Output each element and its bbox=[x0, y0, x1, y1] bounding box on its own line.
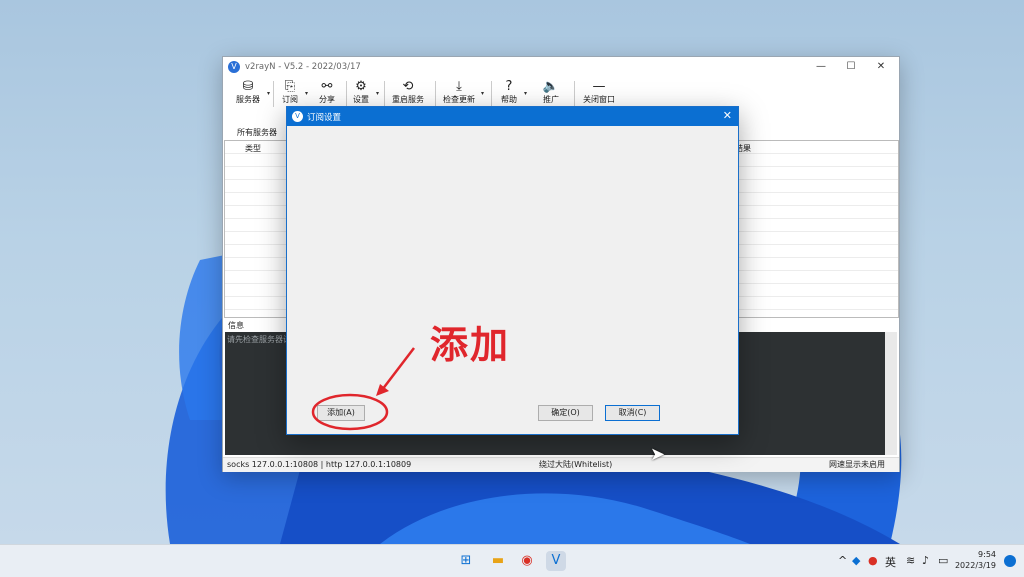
close-button[interactable]: ✕ bbox=[867, 60, 895, 74]
v2rayn-taskbar-icon[interactable]: V bbox=[546, 551, 566, 571]
tray-ime-indicator[interactable]: 英 bbox=[885, 554, 896, 570]
tab-all-servers[interactable]: 所有服务器 bbox=[237, 127, 277, 138]
dropdown-arrow-icon[interactable]: ▾ bbox=[524, 90, 527, 97]
taskbar: ⊞ ▬ ◉ V ^ ◆ ● 英 ≋ ♪ ▭ 9:54 2022/3/19 bbox=[0, 544, 1024, 577]
clock-date: 2022/3/19 bbox=[954, 561, 996, 570]
toolbar: ⛁ 服务器 ▾ ⎘ 订阅 ▾ ⚯ 分享 ⚙ 设置 ▾ ⟲ 重启服务 ⤓ 检查更新… bbox=[223, 77, 899, 109]
status-proxy-ports: socks 127.0.0.1:10808 | http 127.0.0.1:1… bbox=[227, 460, 412, 469]
help-icon: ? bbox=[505, 79, 513, 94]
toolbar-promote-button[interactable]: 🔈 推广 bbox=[540, 79, 562, 107]
toolbar-separator bbox=[273, 81, 274, 107]
dropdown-arrow-icon[interactable]: ▾ bbox=[376, 90, 379, 97]
v2rayn-app-icon: V bbox=[228, 61, 240, 73]
window-title: v2rayN - V5.2 - 2022/03/17 bbox=[245, 62, 361, 72]
add-button[interactable]: 添加(A) bbox=[317, 405, 365, 421]
restart-icon: ⟲ bbox=[402, 79, 414, 94]
toolbar-check-update-label: 检查更新 bbox=[443, 95, 475, 104]
column-header-type[interactable]: 类型 bbox=[245, 143, 261, 154]
toolbar-share-label: 分享 bbox=[319, 95, 335, 104]
toolbar-settings-label: 设置 bbox=[353, 95, 369, 104]
toolbar-servers-label: 服务器 bbox=[236, 95, 260, 104]
toolbar-subscribe-button[interactable]: ⎘ 订阅 ▾ bbox=[279, 79, 308, 107]
log-text: 请先检查服务器设 bbox=[227, 335, 291, 344]
window-titlebar[interactable]: V v2rayN - V5.2 - 2022/03/17 — ☐ ✕ bbox=[223, 57, 899, 77]
database-icon: ⛁ bbox=[242, 79, 254, 94]
start-windows-icon[interactable]: ⊞ bbox=[456, 551, 476, 571]
battery-icon[interactable]: ▭ bbox=[938, 554, 948, 567]
toolbar-settings-button[interactable]: ⚙ 设置 ▾ bbox=[350, 79, 379, 107]
dropdown-arrow-icon[interactable]: ▾ bbox=[305, 90, 308, 97]
toolbar-separator bbox=[346, 81, 347, 107]
tray-chevron-icon[interactable]: ^ bbox=[838, 554, 847, 567]
wifi-icon[interactable]: ≋ bbox=[906, 554, 915, 567]
toolbar-restart-label: 重启服务 bbox=[392, 95, 424, 104]
toolbar-restart-service-button[interactable]: ⟲ 重启服务 bbox=[390, 79, 426, 107]
speaker-icon: 🔈 bbox=[542, 79, 560, 94]
status-speed: 网速显示未启用 bbox=[829, 460, 885, 469]
minimize-button[interactable]: — bbox=[807, 60, 835, 74]
dropdown-arrow-icon[interactable]: ▾ bbox=[267, 90, 270, 97]
toolbar-promote-label: 推广 bbox=[543, 95, 559, 104]
subscription-settings-dialog: V 订阅设置 ✕ 添加(A) 确定(O) 取消(C) bbox=[286, 106, 739, 435]
tray-status-icon[interactable]: ● bbox=[868, 554, 878, 567]
toolbar-share-button[interactable]: ⚯ 分享 bbox=[316, 79, 338, 107]
volume-icon[interactable]: ♪ bbox=[922, 554, 929, 567]
gear-icon: ⚙ bbox=[355, 79, 367, 94]
toolbar-separator bbox=[435, 81, 436, 107]
toolbar-separator bbox=[574, 81, 575, 107]
v2rayn-app-icon: V bbox=[292, 111, 303, 122]
status-bar: socks 127.0.0.1:10808 | http 127.0.0.1:1… bbox=[223, 457, 899, 472]
toolbar-check-update-button[interactable]: ⤓ 检查更新 ▾ bbox=[441, 79, 484, 107]
file-explorer-icon[interactable]: ▬ bbox=[488, 551, 508, 571]
dialog-titlebar[interactable]: V 订阅设置 ✕ bbox=[287, 107, 738, 126]
ok-button[interactable]: 确定(O) bbox=[538, 405, 593, 421]
dialog-close-button[interactable]: ✕ bbox=[723, 109, 732, 122]
info-label: 信息 bbox=[228, 321, 244, 330]
toolbar-servers-button[interactable]: ⛁ 服务器 ▾ bbox=[233, 79, 270, 107]
annotation-text: 添加 bbox=[430, 322, 511, 367]
dropdown-arrow-icon[interactable]: ▾ bbox=[481, 90, 484, 97]
subscribe-icon: ⎘ bbox=[284, 79, 296, 94]
status-routing-mode[interactable]: 绕过大陆(Whitelist) bbox=[539, 458, 612, 472]
toolbar-separator bbox=[491, 81, 492, 107]
toolbar-close-window-button[interactable]: — 关闭窗口 bbox=[581, 79, 617, 107]
cancel-button[interactable]: 取消(C) bbox=[605, 405, 660, 421]
notification-icon[interactable] bbox=[1004, 555, 1016, 567]
minimize-window-icon: — bbox=[592, 79, 606, 94]
log-scrollbar[interactable] bbox=[885, 332, 897, 455]
toolbar-help-label: 帮助 bbox=[501, 95, 517, 104]
dialog-title: 订阅设置 bbox=[307, 113, 342, 123]
system-clock[interactable]: 9:54 2022/3/19 bbox=[955, 549, 996, 571]
maximize-button[interactable]: ☐ bbox=[837, 60, 865, 74]
tray-v2rayn-icon[interactable]: ◆ bbox=[852, 554, 860, 567]
download-icon: ⤓ bbox=[456, 79, 462, 94]
share-icon: ⚯ bbox=[321, 79, 333, 94]
toolbar-help-button[interactable]: ? 帮助 ▾ bbox=[498, 79, 527, 107]
chrome-icon[interactable]: ◉ bbox=[517, 551, 537, 571]
toolbar-separator bbox=[384, 81, 385, 107]
mouse-cursor-icon: ➤ bbox=[650, 444, 666, 465]
toolbar-subscribe-label: 订阅 bbox=[282, 95, 298, 104]
clock-time: 9:54 bbox=[978, 550, 996, 559]
toolbar-close-window-label: 关闭窗口 bbox=[583, 95, 615, 104]
